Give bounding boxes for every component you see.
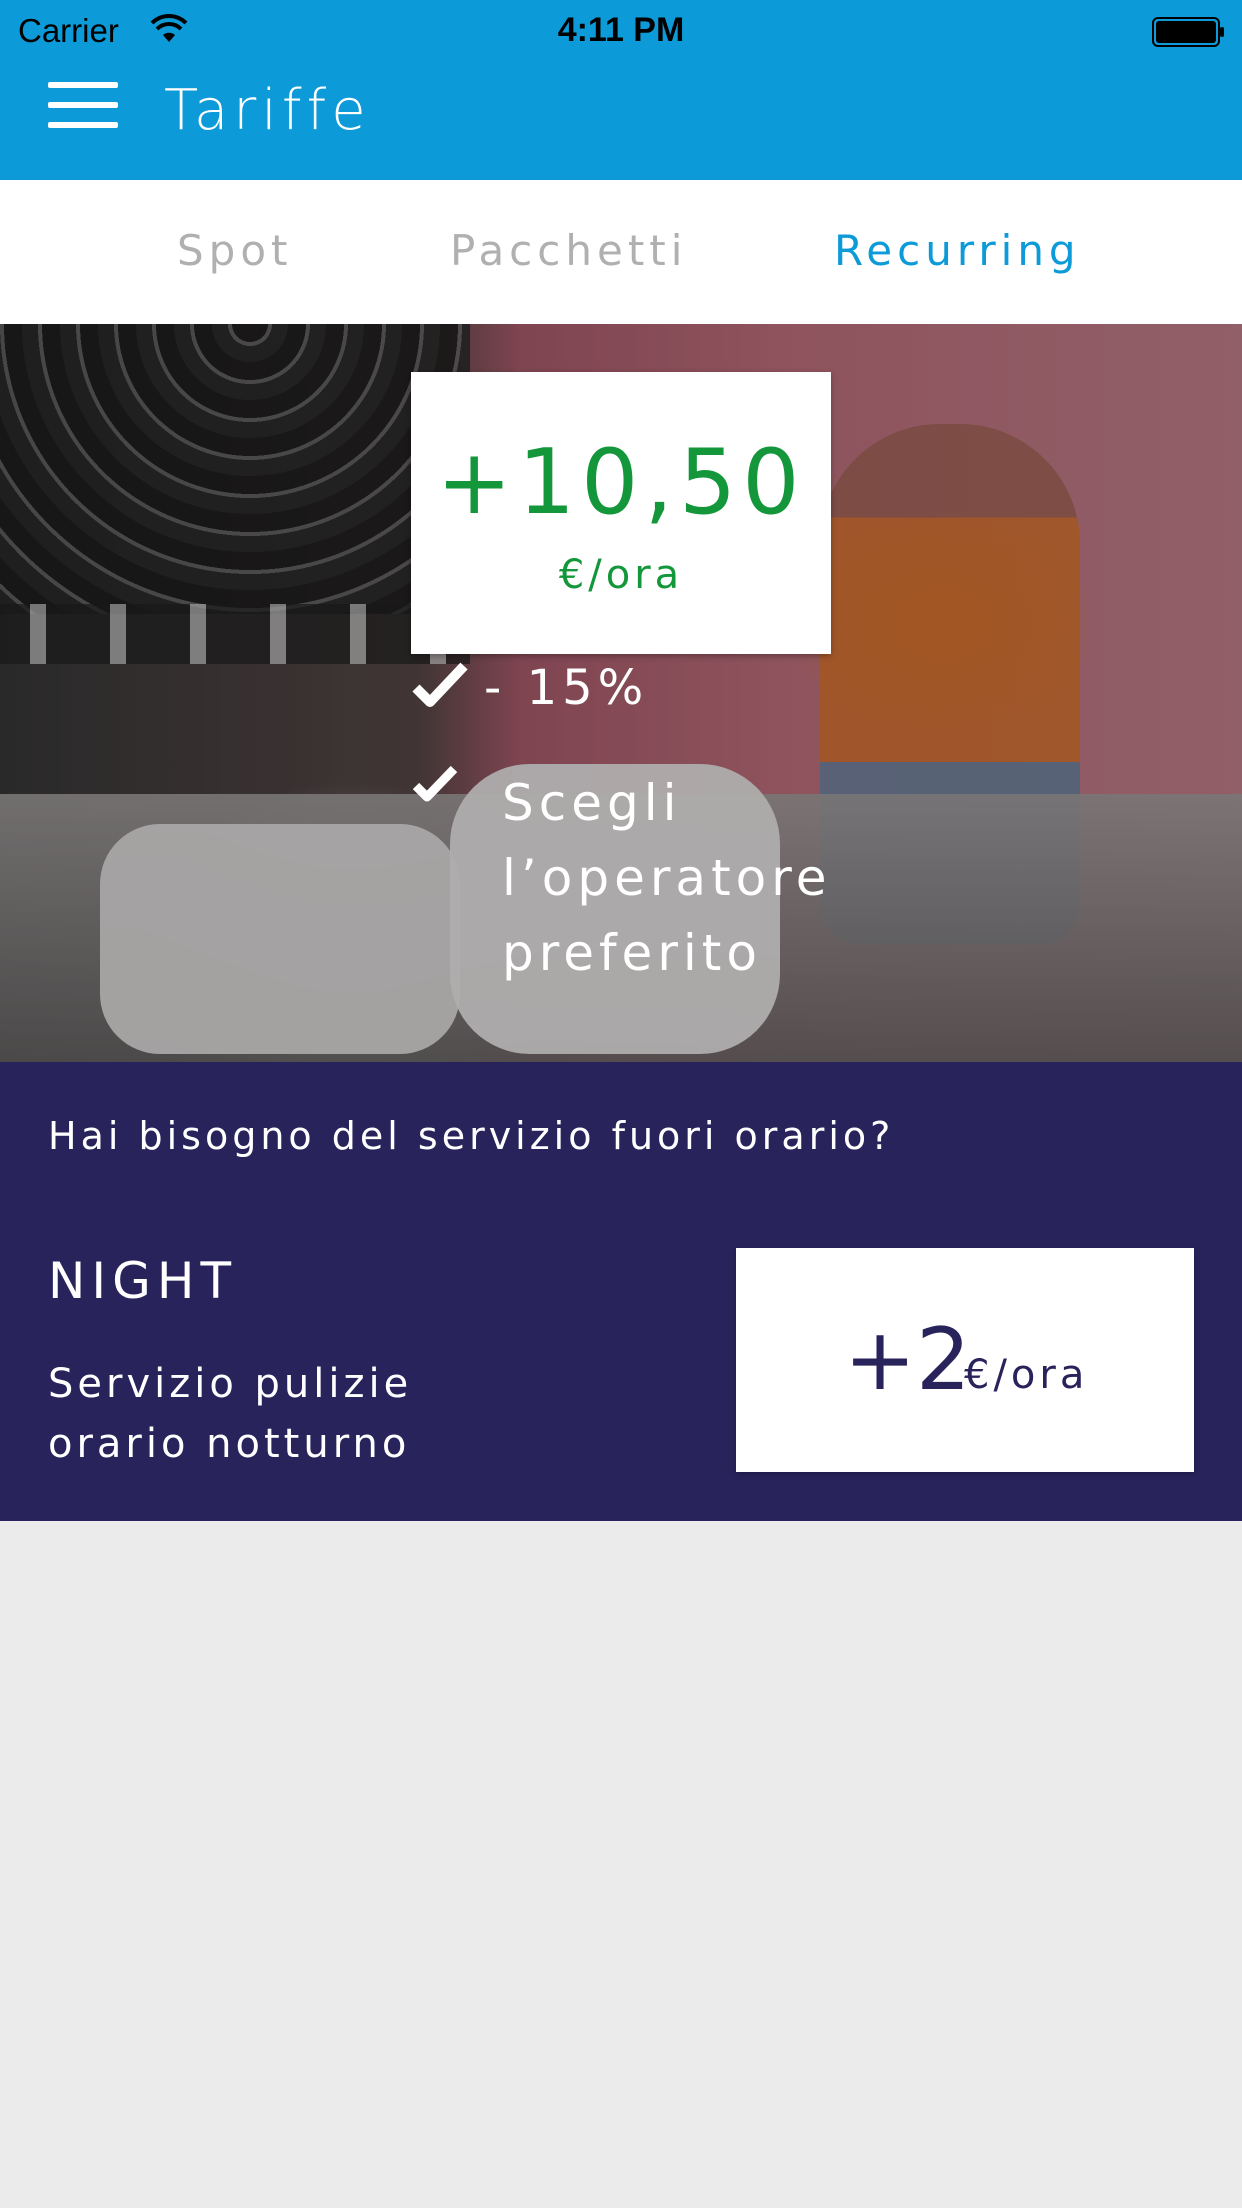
night-description: Servizio pulizie orario notturno	[48, 1354, 648, 1474]
top-bar: Carrier 4:11 PM Tariffe	[0, 0, 1242, 180]
recurring-price-unit: €/ora	[558, 552, 684, 598]
night-title: NIGHT	[48, 1252, 238, 1310]
battery-icon	[1152, 16, 1226, 52]
night-price: +2	[844, 1310, 971, 1410]
status-bar: Carrier 4:11 PM	[0, 0, 1242, 62]
recurring-price: +10,50	[436, 430, 806, 535]
night-section: Hai bisogno del servizio fuori orario? N…	[0, 1062, 1242, 1521]
night-description-line: orario notturno	[48, 1421, 411, 1467]
tab-spot[interactable]: Spot	[177, 226, 292, 275]
status-time: 4:11 PM	[557, 11, 685, 49]
recurring-price-card: +10,50 €/ora	[411, 372, 831, 654]
hamburger-menu-icon[interactable]	[48, 82, 120, 132]
check-icon	[412, 660, 468, 714]
tab-recurring[interactable]: Recurring	[834, 226, 1081, 275]
tab-pacchetti[interactable]: Pacchetti	[450, 226, 687, 275]
night-price-unit: €/ora	[964, 1352, 1089, 1398]
empty-content-area	[0, 1521, 1242, 2208]
feature-line: l’operatore	[502, 849, 832, 907]
night-description-line: Servizio pulizie	[48, 1361, 413, 1407]
night-price-card[interactable]: +2 €/ora	[736, 1248, 1194, 1472]
feature-discount: - 15%	[484, 660, 649, 716]
feature-choose-operator: Scegli l’operatore preferito	[502, 766, 832, 991]
tab-bar: Spot Pacchetti Recurring	[0, 180, 1242, 324]
night-question: Hai bisogno del servizio fuori orario?	[48, 1114, 895, 1158]
page-title: Tariffe	[164, 78, 371, 143]
feature-line: preferito	[502, 924, 762, 982]
feature-line: Scegli	[502, 774, 682, 832]
check-icon	[412, 764, 458, 808]
